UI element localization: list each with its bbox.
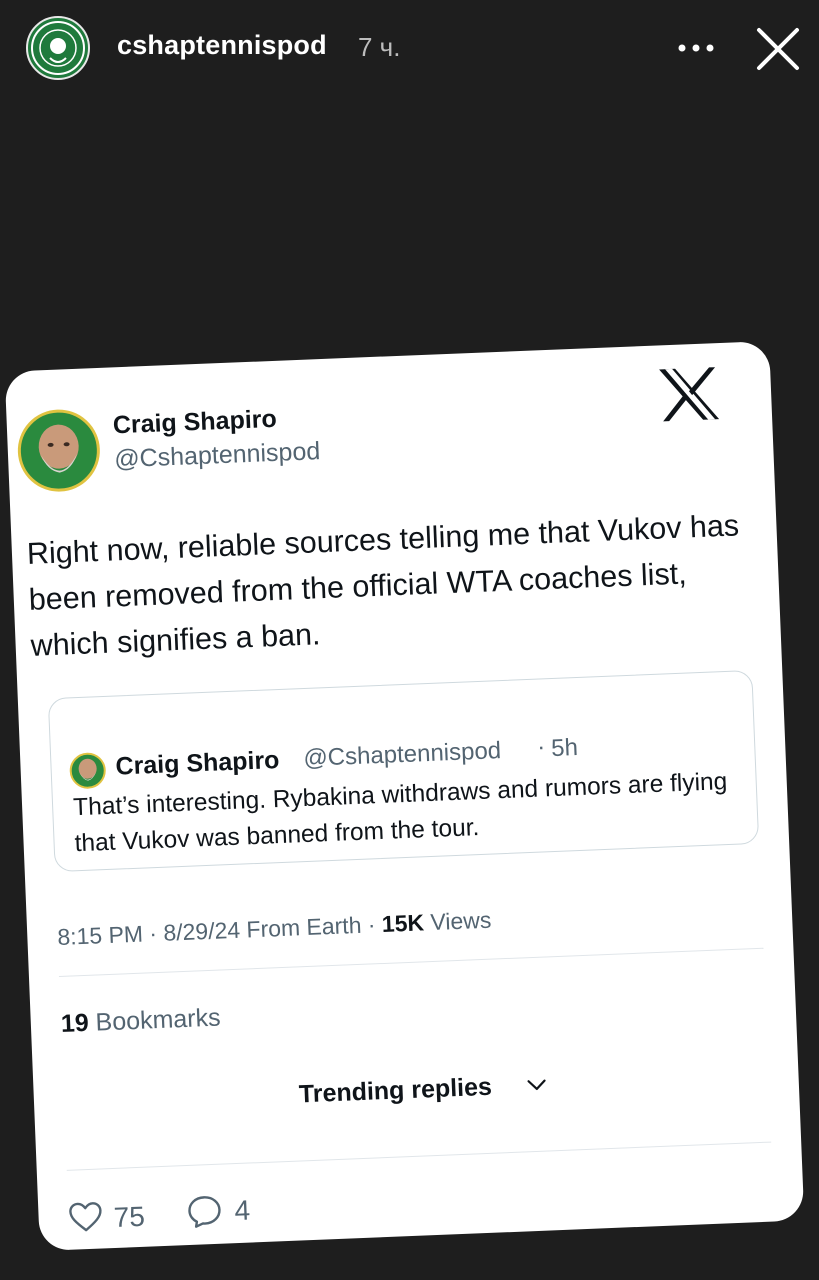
bookmarks-count: 19 (60, 1008, 90, 1038)
person-face-icon (38, 424, 79, 473)
close-icon[interactable] (755, 26, 801, 72)
author-handle[interactable]: @Cshaptennispod (114, 437, 321, 474)
divider (66, 1141, 772, 1171)
divider (58, 947, 764, 978)
trending-replies-button[interactable]: Trending replies (298, 1073, 492, 1110)
action-bar: 75 4 (68, 1188, 369, 1240)
author-avatar (16, 407, 102, 494)
quote-author-handle: @Cshaptennispod (302, 737, 502, 773)
person-face-icon (78, 758, 97, 781)
quote-separator: · (536, 733, 546, 761)
more-horizontal-icon[interactable] (676, 36, 716, 60)
meta-separator: · (142, 919, 164, 947)
quote-age: 5h (550, 734, 579, 763)
meta-separator: · (360, 911, 383, 938)
tweet-text: Right now, reliable sources telling me t… (26, 508, 740, 663)
tweet-card: Craig Shapiro @Cshaptennispod Right now,… (4, 341, 805, 1251)
like-count: 75 (113, 1200, 146, 1233)
tweet-meta: 8:15 PM · 8/29/24 From Earth · 15K Views (57, 907, 492, 951)
heart-icon[interactable] (68, 1200, 103, 1233)
quoted-tweet[interactable]: Craig Shapiro @Cshaptennispod · 5h That’… (47, 669, 760, 873)
tennis-club-logo-icon (31, 21, 85, 75)
views-count: 15K (381, 909, 425, 938)
reply-count: 4 (233, 1194, 251, 1227)
story-username[interactable]: cshaptennispod (117, 30, 327, 61)
profile-avatar[interactable] (26, 16, 90, 80)
quote-author-avatar (69, 751, 107, 790)
tweet-source: From Earth (239, 911, 362, 943)
story-timestamp: 7 ч. (358, 32, 401, 62)
reply-icon[interactable] (186, 1194, 223, 1229)
chevron-down-icon[interactable] (525, 1076, 548, 1093)
x-logo-icon (659, 367, 720, 422)
tweet-time: 8:15 PM (56, 920, 144, 951)
bookmarks-stat[interactable]: 19 Bookmarks (60, 1004, 221, 1039)
tweet-date[interactable]: 8/29/24 (163, 917, 241, 946)
story-header: cshaptennispod 7 ч. (0, 0, 819, 100)
quote-author-name: Craig Shapiro (115, 746, 280, 781)
bookmarks-label: Bookmarks (88, 1003, 222, 1037)
views-label: Views (423, 906, 492, 936)
author-name[interactable]: Craig Shapiro (112, 405, 277, 441)
